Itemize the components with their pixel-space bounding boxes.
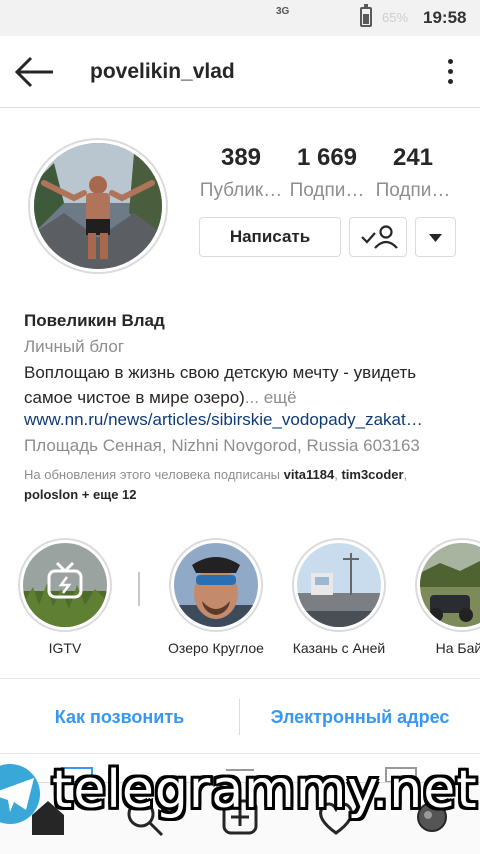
highlight-label: IGTV [48,640,82,656]
igtv-thumbnail [23,543,107,627]
suggestions-dropdown-button[interactable] [415,217,456,257]
clock: 19:58 [423,8,467,27]
username-title: povelikin_vlad [90,60,235,83]
user-check-icon [361,225,398,249]
message-button[interactable]: Написать [199,217,341,257]
posts-count-label: Публик… [199,180,283,201]
highlight-label: На Байк [435,640,480,656]
telegram-logo-icon [0,762,40,826]
followed-by-more[interactable]: + еще 12 [82,487,137,502]
following-count-value: 241 [392,144,434,171]
highlight-divider [138,572,140,606]
followed-by-text: На обновления этого человека подписаны v… [24,467,408,502]
email-button[interactable]: Электронный адрес [240,679,480,755]
profile-website-link[interactable]: www.nn.ru/news/articles/sibirskie_vodopa… [24,410,454,430]
posts-count[interactable]: 389 Публик… [198,144,284,202]
followers-count-value: 1 669 [296,144,358,171]
profile-location[interactable]: Площадь Сенная, Nizhni Novgorod, Russia … [24,436,420,456]
bio-text: Воплощаю в жизнь свою детскую мечту - ув… [24,363,417,407]
contact-bar: Как позвонить Электронный адрес [0,678,480,754]
profile-full-name: Повеликин Влад [24,311,165,330]
followers-count[interactable]: 1 669 Подпи… [284,144,370,202]
more-options-icon[interactable] [440,56,462,88]
follower-link[interactable]: vita1184 [284,467,335,482]
battery-icon [360,4,372,27]
highlight-label: Озеро Круглое [168,640,264,656]
follower-link[interactable]: poloslon [24,487,78,502]
highlight-label: Казань с Аней [292,640,386,656]
highlight-thumbnail [174,543,258,627]
profile-header: povelikin_vlad [0,36,480,108]
bio-more-link[interactable]: ... ещё [245,388,297,407]
caret-down-icon [429,234,442,242]
follower-link[interactable]: tim3coder [341,467,403,482]
followed-by-prefix: На обновления этого человека подписаны [24,467,280,482]
profile-category: Личный блог [24,337,125,356]
profile-bio: Воплощаю в жизнь свою детскую мечту - ув… [24,360,464,410]
battery-percent: 65% [382,10,409,25]
call-button[interactable]: Как позвонить [0,679,239,755]
following-count[interactable]: 241 Подпи… [370,144,456,202]
watermark-text: telegrammy.net [52,760,478,820]
following-button[interactable] [349,217,407,257]
back-arrow-icon[interactable] [14,54,56,90]
highlight-thumbnail [297,543,381,627]
network-indicator: 3G [276,6,290,17]
avatar[interactable] [34,143,162,269]
status-bar: 3G 65% 19:58 [0,0,480,36]
following-count-label: Подпи… [375,180,451,201]
posts-count-value: 389 [220,144,262,171]
followers-count-label: Подпи… [289,180,365,201]
